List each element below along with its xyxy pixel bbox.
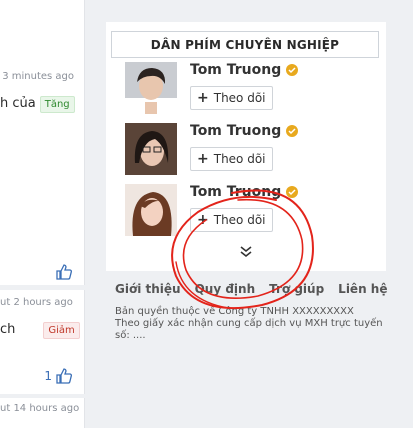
widget-title: DÂN PHÍM CHUYÊN NGHIỆP bbox=[111, 31, 379, 58]
show-more-chevron-icon[interactable] bbox=[236, 244, 256, 260]
footer-link-contact[interactable]: Liên hệ bbox=[338, 282, 387, 296]
verified-badge-icon bbox=[286, 186, 299, 198]
timestamp: ut 14 hours ago bbox=[0, 403, 80, 414]
like-count: 1 bbox=[44, 369, 52, 383]
plus-icon: + bbox=[197, 90, 209, 106]
feed-snippet-text: ch bbox=[0, 322, 16, 337]
user-name-text: Tom Truong bbox=[190, 123, 282, 139]
thumbs-up-icon bbox=[56, 368, 72, 384]
feed-snippet-text: h của bbox=[0, 96, 36, 111]
feed-snippet: ch Giảm bbox=[0, 322, 80, 339]
timestamp: ut 2 hours ago bbox=[0, 297, 73, 308]
feed-card: ut 14 hours ago bbox=[0, 398, 85, 428]
activity-feed: 3 minutes ago h của Tăng ut 2 hours ago c… bbox=[0, 0, 90, 428]
verified-badge-icon bbox=[286, 64, 299, 76]
plus-icon: + bbox=[197, 212, 209, 228]
user-name-text: Tom Truong bbox=[190, 62, 282, 78]
avatar-image bbox=[125, 62, 177, 114]
footer-nav: Giới thiệu Quy định Trợ giúp Liên hệ bbox=[115, 282, 387, 296]
license-text: Theo giấy xác nhận cung cấp dịch vụ MXH … bbox=[115, 318, 383, 341]
user-name[interactable]: Tom Truong bbox=[190, 62, 299, 78]
like-button[interactable]: 1 bbox=[44, 368, 72, 384]
plus-icon: + bbox=[197, 151, 209, 167]
avatar[interactable] bbox=[125, 123, 177, 175]
avatar-image bbox=[125, 184, 177, 236]
follow-button-label: Theo dõi bbox=[213, 152, 266, 166]
timestamp: 3 minutes ago bbox=[2, 71, 74, 82]
user-row: Tom Truong + Theo dõi bbox=[125, 62, 375, 116]
status-badge-up: Tăng bbox=[39, 96, 75, 113]
user-name[interactable]: Tom Truong bbox=[190, 184, 299, 200]
verified-badge-icon bbox=[286, 125, 299, 137]
footer-link-help[interactable]: Trợ giúp bbox=[269, 282, 324, 296]
feed-card: ut 2 hours ago ch Giảm 1 bbox=[0, 290, 85, 394]
follow-button[interactable]: + Theo dõi bbox=[190, 208, 273, 232]
thumbs-up-icon bbox=[56, 264, 72, 280]
footer-link-rules[interactable]: Quy định bbox=[195, 282, 256, 296]
avatar-image bbox=[125, 123, 177, 175]
like-button[interactable] bbox=[56, 264, 72, 280]
follow-button-label: Theo dõi bbox=[213, 91, 266, 105]
user-name-text: Tom Truong bbox=[190, 184, 282, 200]
user-name[interactable]: Tom Truong bbox=[190, 123, 299, 139]
follow-button[interactable]: + Theo dõi bbox=[190, 86, 273, 110]
avatar[interactable] bbox=[125, 62, 177, 114]
footer-info: Bản quyền thuộc về Công ty TNHH XXXXXXXX… bbox=[115, 306, 385, 342]
footer-link-about[interactable]: Giới thiệu bbox=[115, 282, 181, 296]
avatar[interactable] bbox=[125, 184, 177, 236]
follow-button-label: Theo dõi bbox=[213, 213, 266, 227]
pro-users-widget: DÂN PHÍM CHUYÊN NGHIỆP Tom Truong + Theo… bbox=[106, 22, 386, 271]
feed-snippet: h của Tăng bbox=[0, 96, 75, 113]
follow-button[interactable]: + Theo dõi bbox=[190, 147, 273, 171]
copyright-text: Bản quyền thuộc về Công ty TNHH XXXXXXXX… bbox=[115, 306, 354, 317]
feed-card: 3 minutes ago h của Tăng bbox=[0, 0, 85, 285]
user-row: Tom Truong + Theo dõi bbox=[125, 123, 375, 177]
status-badge-down: Giảm bbox=[43, 322, 80, 339]
user-row: Tom Truong + Theo dõi bbox=[125, 184, 375, 238]
